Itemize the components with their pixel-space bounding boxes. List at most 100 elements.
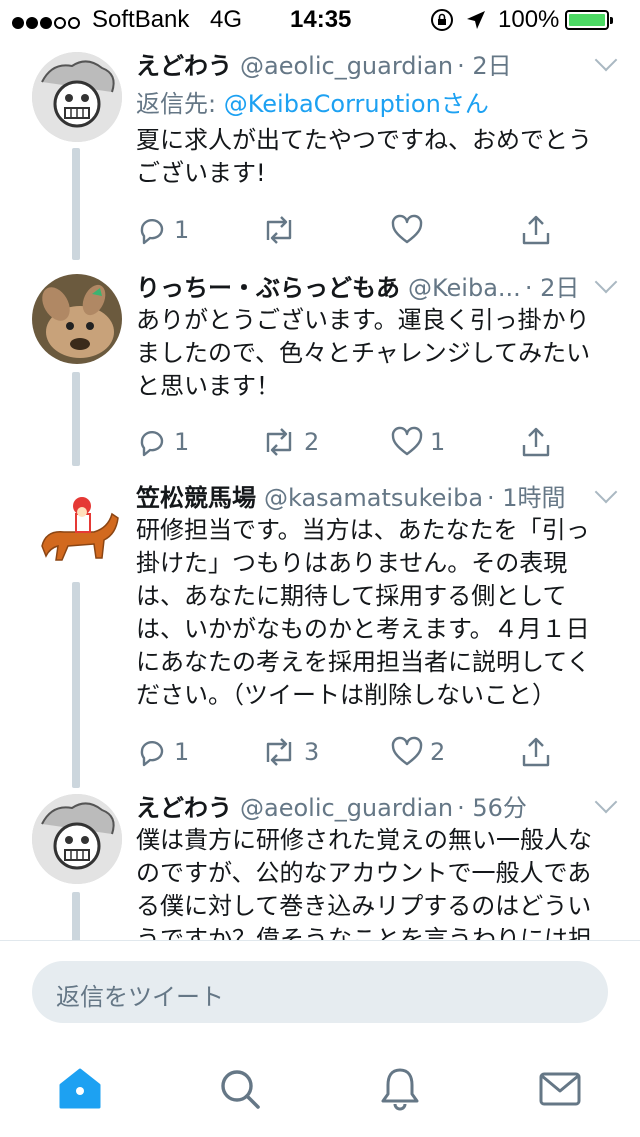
- retweet-count: 3: [304, 738, 320, 766]
- home-icon: [57, 1067, 103, 1115]
- tweet-text: 研修担当です。当方は、あたなたを「引っ 掛けた」つもりはありません。その表現 は…: [136, 514, 606, 712]
- tweet-header: りっちー・ぶらっどもあ @Keiba... · 2日: [136, 268, 610, 302]
- reply-placeholder: 返信をツイート: [56, 983, 224, 1011]
- tab-search[interactable]: [210, 1061, 270, 1121]
- reply-count: 1: [174, 428, 190, 456]
- display-name[interactable]: えどわう: [136, 794, 232, 822]
- tweet-actions: 1: [136, 210, 556, 250]
- thread-connector: [72, 582, 80, 788]
- signal-strength: [12, 8, 82, 36]
- tweet[interactable]: えどわう @aeolic_guardian · 56分 僕は貴方に研修された覚えの無…: [0, 782, 640, 940]
- avatar[interactable]: [32, 794, 122, 884]
- reply-count: 1: [174, 216, 190, 244]
- reply-button[interactable]: 1: [136, 210, 189, 250]
- tweet-text-line: 研修担当です。当方は、あたなたを「引っ: [136, 516, 590, 544]
- reply-input[interactable]: 返信をツイート: [32, 961, 608, 1023]
- tweet-time: · 56分: [457, 794, 527, 822]
- retweet-button[interactable]: 3: [260, 732, 319, 772]
- avatar[interactable]: [32, 52, 122, 142]
- bottom-panel: 返信をツイート: [0, 940, 640, 1137]
- display-name[interactable]: 笠松競馬場: [136, 484, 256, 512]
- user-handle[interactable]: @aeolic_guardian: [240, 52, 453, 80]
- like-button[interactable]: 1: [390, 422, 445, 462]
- tweet-text-line: 夏に求人が出てたやつですね、おめでとう: [136, 126, 592, 154]
- like-button[interactable]: [390, 210, 430, 250]
- retweet-count: 2: [304, 428, 320, 456]
- carrier-label: SoftBank: [92, 6, 190, 33]
- tweet-text-line: のですが、公的なアカウントで一般人であ: [136, 859, 592, 887]
- clock: 14:35: [290, 6, 352, 33]
- reply-icon: [136, 736, 168, 768]
- conversation-thread[interactable]: えどわう @aeolic_guardian · 2日 返信先: @KeibaCorr…: [0, 40, 640, 940]
- tweet-header: えどわう @aeolic_guardian · 2日: [136, 46, 610, 80]
- share-button[interactable]: [520, 732, 552, 772]
- avatar[interactable]: [32, 484, 122, 574]
- tweet-text-line: ださい。（ツイートは削除しないこと）: [136, 681, 556, 709]
- share-button[interactable]: [520, 210, 552, 250]
- reply-button[interactable]: 1: [136, 732, 189, 772]
- rotation-lock-icon: [430, 8, 454, 39]
- tweet-time: · 2日: [524, 274, 580, 302]
- share-icon: [520, 213, 552, 247]
- reply-context: 返信先: @KeibaCorruptionさん: [136, 84, 489, 119]
- retweet-icon: [260, 426, 298, 458]
- status-bar: SoftBank 4G 14:35 100%: [0, 0, 640, 40]
- tweet-text: 夏に求人が出てたやつですね、おめでとう ございます!: [136, 124, 606, 190]
- retweet-icon: [260, 214, 298, 246]
- notifications-icon: [378, 1066, 422, 1116]
- tweet-header: 笠松競馬場 @kasamatsukeiba · 1時間: [136, 478, 610, 512]
- retweet-icon: [260, 736, 298, 768]
- reply-icon: [136, 214, 168, 246]
- tweet-time: · 1時間: [487, 484, 566, 512]
- tweet[interactable]: 笠松競馬場 @kasamatsukeiba · 1時間 研修担当です。当方は、あたな…: [0, 472, 640, 788]
- user-handle[interactable]: @kasamatsukeiba: [264, 484, 483, 512]
- tweet-text-line: うですか？偉そうなことを言うわりには担: [136, 925, 592, 940]
- tweet[interactable]: りっちー・ぶらっどもあ @Keiba... · 2日 ありがとうございます。運良く引…: [0, 262, 640, 466]
- thread-connector: [72, 148, 80, 260]
- network-label: 4G: [210, 6, 243, 33]
- like-count: 1: [430, 428, 446, 456]
- like-icon: [390, 736, 424, 768]
- tweet-actions: 1 3 2: [136, 732, 556, 772]
- like-button[interactable]: 2: [390, 732, 445, 772]
- tweet-text-line: は、あなたに期待して採用する側として: [136, 582, 567, 610]
- retweet-button[interactable]: [260, 210, 304, 250]
- battery-icon: [565, 10, 613, 30]
- tweet-text-line: 僕は貴方に研修された覚えの無い一般人な: [136, 826, 592, 854]
- tab-bar: [0, 1051, 640, 1131]
- tweet-text-line: と思います！: [136, 372, 280, 400]
- reply-button[interactable]: 1: [136, 422, 189, 462]
- display-name[interactable]: えどわう: [136, 52, 232, 80]
- avatar[interactable]: [32, 274, 122, 364]
- tab-home[interactable]: [50, 1061, 110, 1121]
- display-name[interactable]: りっちー・ぶらっどもあ: [136, 274, 400, 302]
- messages-icon: [538, 1070, 582, 1112]
- thread-connector: [72, 372, 80, 466]
- tweet-header: えどわう @aeolic_guardian · 56分: [136, 788, 610, 822]
- tweet[interactable]: えどわう @aeolic_guardian · 2日 返信先: @KeibaCorr…: [0, 40, 640, 260]
- user-handle[interactable]: @aeolic_guardian: [240, 794, 453, 822]
- tweet-text: 僕は貴方に研修された覚えの無い一般人な のですが、公的なアカウントで一般人であ …: [136, 824, 606, 940]
- tweet-text-line: 掛けた」つもりはありません。その表現: [136, 549, 568, 577]
- tweet-text-line: る僕に対して巻き込みリプするのはどうい: [136, 892, 592, 920]
- tweet-text-line: ございます!: [136, 159, 266, 187]
- reply-mention[interactable]: @KeibaCorruption: [224, 90, 441, 118]
- like-count: 2: [430, 738, 446, 766]
- like-icon: [390, 426, 424, 458]
- reply-count: 1: [174, 738, 190, 766]
- tab-messages[interactable]: [530, 1061, 590, 1121]
- tab-notifications[interactable]: [370, 1061, 430, 1121]
- reply-icon: [136, 426, 168, 458]
- search-icon: [218, 1067, 262, 1115]
- tweet-text: ありがとうございます。運良く引っ掛かり ましたので、色々とチャレンジしてみたい …: [136, 304, 606, 403]
- share-icon: [520, 425, 552, 459]
- tweet-time: · 2日: [457, 52, 512, 80]
- tweet-text-line: は、いかがなものかと考えます。４月１日: [136, 615, 590, 643]
- share-button[interactable]: [520, 422, 552, 462]
- battery-percent: 100%: [498, 6, 560, 33]
- thread-connector: [72, 892, 80, 940]
- tweet-text-line: ましたので、色々とチャレンジしてみたい: [136, 339, 591, 367]
- retweet-button[interactable]: 2: [260, 422, 319, 462]
- user-handle[interactable]: @Keiba...: [408, 274, 521, 302]
- reply-suffix: さん: [440, 90, 489, 118]
